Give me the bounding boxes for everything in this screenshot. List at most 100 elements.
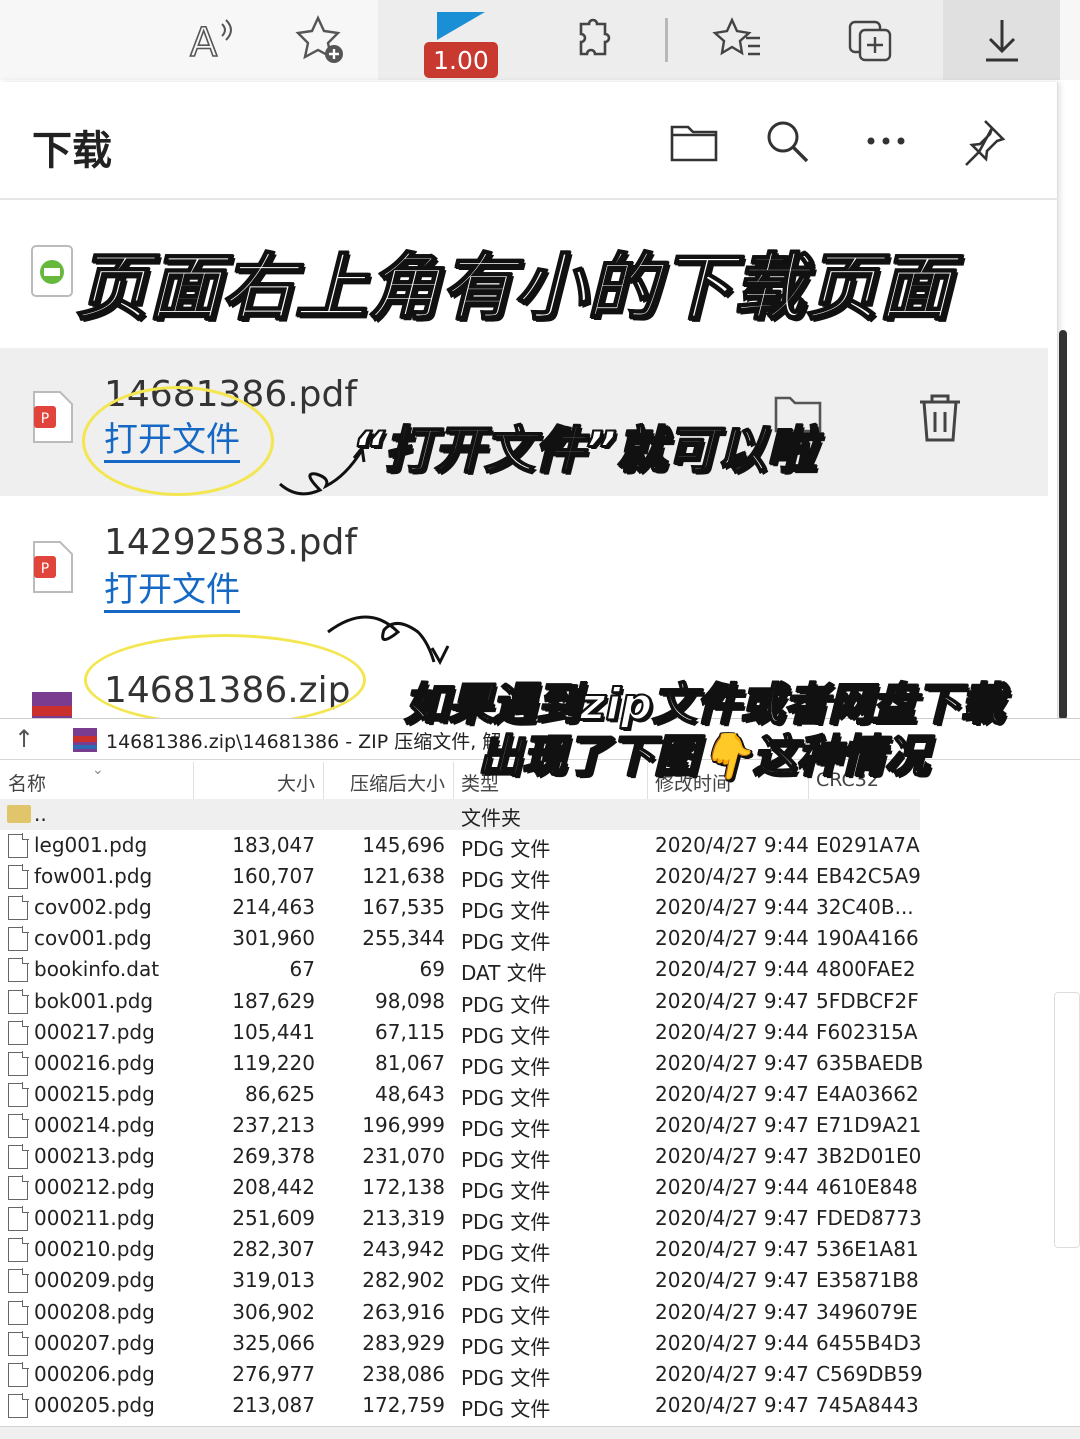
cell-type: PDG 文件 [461, 930, 551, 955]
column-header-compressed[interactable]: 压缩后大小 [350, 769, 445, 796]
cell-name: cov002.pdg [34, 895, 152, 920]
cell-modified: 2020/4/27 9:44 [655, 1175, 809, 1200]
cell-name: 000215.pdg [34, 1081, 155, 1106]
apk-file-icon [31, 245, 73, 297]
highlight-ellipse [82, 386, 274, 496]
open-folder-icon[interactable] [664, 112, 724, 172]
add-favorite-icon[interactable] [290, 10, 350, 70]
cell-compressed-size: 282,902 [362, 1268, 445, 1293]
cell-size: 105,441 [232, 1019, 315, 1044]
column-header-name[interactable]: 名称 [8, 769, 46, 796]
cell-size: 251,609 [232, 1206, 315, 1231]
cell-name: .. [34, 802, 47, 826]
table-row[interactable]: 000207.pdg 325,066 283,929 PDG 文件 2020/4/27 … [0, 1328, 921, 1359]
cell-compressed-size: 283,929 [362, 1330, 445, 1355]
cell-crc32: 635BAEDB [816, 1050, 924, 1075]
svg-text:P: P [41, 411, 49, 427]
favorites-icon[interactable] [708, 10, 768, 70]
cell-modified: 2020/4/27 9:44 [655, 1019, 809, 1044]
cell-size: 325,066 [232, 1330, 315, 1355]
table-row[interactable]: bookinfo.dat 67 69 DAT 文件 2020/4/27 9:44 4800… [0, 954, 920, 985]
sort-chevron-icon[interactable]: ⌄ [92, 762, 104, 778]
cell-crc32: 5FDBCF2F [816, 988, 919, 1013]
pin-icon[interactable] [952, 112, 1012, 172]
table-row[interactable]: 000210.pdg 282,307 243,942 PDG 文件 2020/4/27 … [0, 1234, 920, 1265]
delete-icon[interactable] [914, 390, 966, 444]
svg-text:A: A [190, 20, 218, 66]
file-icon [8, 1112, 29, 1138]
cell-modified: 2020/4/27 9:47 [655, 1392, 809, 1417]
table-row-parent[interactable]: .. 文件夹 [0, 799, 920, 830]
table-row[interactable]: 000208.pdg 306,902 263,916 PDG 文件 2020/4/27 … [0, 1297, 920, 1328]
table-row[interactable]: 000209.pdg 319,013 282,902 PDG 文件 2020/4/27 … [0, 1265, 920, 1296]
horizontal-scrollbar[interactable] [0, 1426, 1080, 1439]
cell-type: PDG 文件 [461, 1303, 551, 1328]
playback-flag-icon [437, 12, 485, 40]
table-row[interactable]: 000212.pdg 208,442 172,138 PDG 文件 2020/4/27 … [0, 1172, 920, 1203]
column-divider[interactable] [453, 762, 454, 800]
column-divider[interactable] [323, 762, 324, 800]
download-icon[interactable] [972, 10, 1032, 70]
caption-top: 页面右上角有小的下载页面 [75, 244, 953, 330]
cell-name: bookinfo.dat [34, 957, 160, 982]
cell-compressed-size: 48,643 [375, 1081, 445, 1106]
table-row[interactable]: 000211.pdg 251,609 213,319 PDG 文件 2020/4/27 … [0, 1203, 922, 1235]
search-icon[interactable] [758, 112, 818, 172]
file-icon [8, 1361, 29, 1387]
download-item[interactable]: P 14292583.pdf 打开文件 [0, 496, 1048, 644]
playback-speed-badge[interactable]: 1.00 [424, 42, 498, 78]
table-row[interactable]: leg001.pdg 183,047 145,696 PDG 文件 2020/4/27 … [0, 830, 920, 861]
extensions-icon[interactable] [563, 10, 623, 70]
cell-crc32: 3B2D01E0 [816, 1144, 922, 1168]
cell-modified: 2020/4/27 9:47 [655, 1268, 809, 1293]
cell-modified: 2020/4/27 9:44 [655, 833, 809, 857]
table-row[interactable]: 000213.pdg 269,378 231,070 PDG 文件 2020/4/27 … [0, 1141, 922, 1172]
column-header-size[interactable]: 大小 [277, 769, 315, 796]
cell-modified: 2020/4/27 9:47 [655, 1112, 809, 1137]
cell-type: PDG 文件 [461, 1085, 551, 1110]
panel-scrollbar[interactable] [1059, 330, 1067, 720]
table-row[interactable]: 000217.pdg 105,441 67,115 PDG 文件 2020/4/27 9… [0, 1017, 920, 1048]
cell-compressed-size: 145,696 [362, 833, 445, 857]
cell-type: PDG 文件 [461, 1396, 551, 1421]
column-divider[interactable] [193, 762, 194, 800]
file-icon [8, 1237, 29, 1263]
table-row[interactable]: 000216.pdg 119,220 81,067 PDG 文件 2020/4/27 9… [0, 1048, 924, 1079]
collections-icon[interactable] [840, 10, 900, 70]
table-row[interactable]: 000214.pdg 237,213 196,999 PDG 文件 2020/4/27 … [0, 1110, 921, 1141]
table-row[interactable]: 000206.pdg 276,977 238,086 PDG 文件 2020/4/27 … [0, 1359, 923, 1390]
cell-type: PDG 文件 [461, 1365, 551, 1390]
read-aloud-icon[interactable]: A [182, 10, 242, 70]
table-row[interactable]: 000205.pdg 213,087 172,759 PDG 文件 2020/4/27 … [0, 1390, 920, 1421]
cell-compressed-size: 263,916 [362, 1299, 445, 1324]
open-file-link[interactable]: 打开文件 [104, 570, 240, 613]
more-options-icon[interactable] [856, 112, 916, 172]
cell-type: PDG 文件 [461, 1210, 551, 1235]
cell-size: 208,442 [232, 1175, 315, 1200]
table-row[interactable]: cov002.pdg 214,463 167,535 PDG 文件 2020/4/27 … [0, 892, 920, 923]
cell-crc32: 190A4166 [816, 926, 919, 951]
cell-modified: 2020/4/27 9:47 [655, 1206, 809, 1231]
cell-type: PDG 文件 [461, 992, 551, 1017]
cell-modified: 2020/4/27 9:44 [655, 957, 809, 982]
file-icon [8, 1019, 29, 1045]
cell-compressed-size: 172,759 [362, 1392, 445, 1417]
table-row[interactable]: cov001.pdg 301,960 255,344 PDG 文件 2020/4/27 … [0, 923, 920, 954]
cell-crc32: 4800FAE2 [816, 957, 916, 982]
cell-compressed-size: 255,344 [362, 926, 445, 951]
table-row[interactable]: fow001.pdg 160,707 121,638 PDG 文件 2020/4/27 … [0, 861, 921, 892]
table-row[interactable]: bok001.pdg 187,629 98,098 PDG 文件 2020/4/27 9… [0, 986, 920, 1017]
cell-name: 000216.pdg [34, 1050, 155, 1075]
cell-type: 文件夹 [461, 806, 521, 830]
cell-size: 301,960 [232, 926, 315, 951]
cell-name: 000217.pdg [34, 1019, 155, 1044]
cell-size: 183,047 [232, 833, 315, 857]
cell-size: 306,902 [232, 1299, 315, 1324]
cell-name: 000214.pdg [34, 1112, 155, 1137]
cell-compressed-size: 121,638 [362, 864, 445, 889]
table-row[interactable]: 000215.pdg 86,625 48,643 PDG 文件 2020/4/27 9:… [0, 1079, 920, 1110]
up-arrow-icon[interactable]: ↑ [14, 725, 34, 753]
cell-size: 86,625 [245, 1081, 315, 1106]
panel-title: 下载 [32, 128, 112, 174]
window-scrollbar[interactable] [1054, 992, 1080, 1248]
